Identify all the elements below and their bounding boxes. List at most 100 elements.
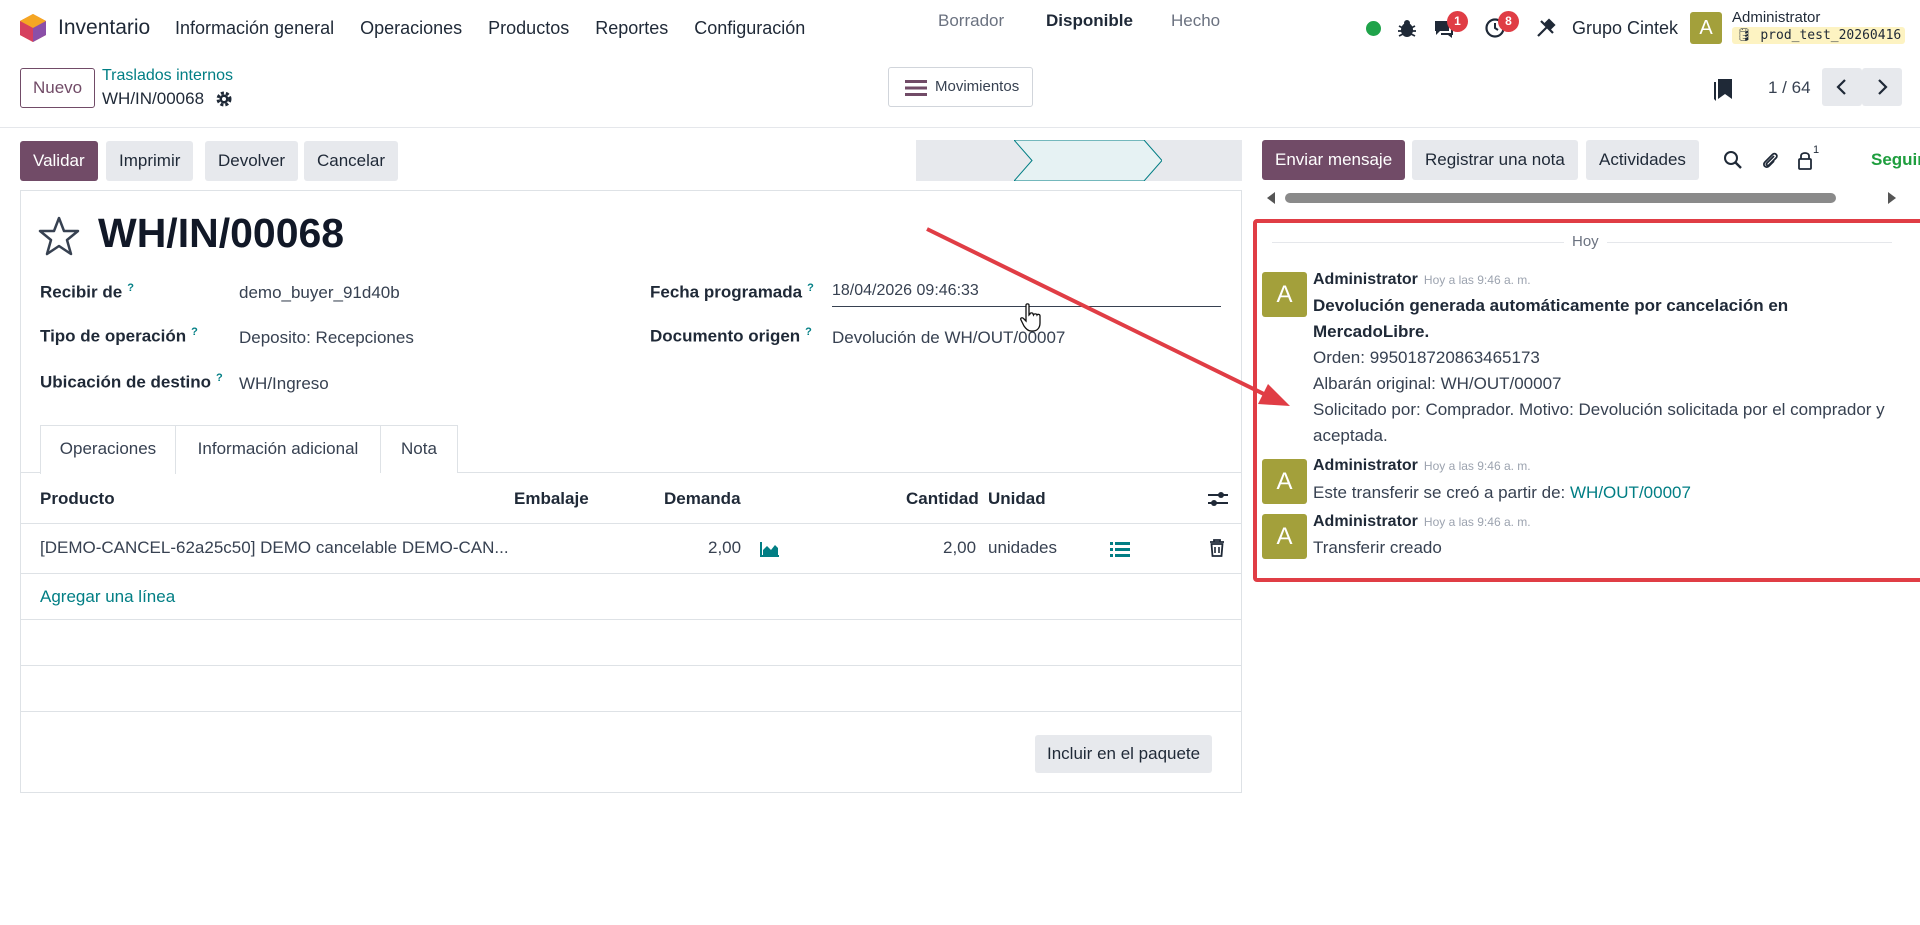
put-in-pack-button[interactable]: Incluir en el paquete [1035,735,1213,773]
scheduled-date-label: Fecha programada? [650,282,814,303]
breadcrumb-link[interactable]: Traslados internos [102,67,233,85]
followers-lock-icon[interactable] [1795,150,1815,170]
operation-type-label: Tipo de operación? [40,326,198,347]
scroll-right-icon[interactable] [1888,192,1896,204]
chevron-right-icon [1878,79,1888,95]
gear-icon[interactable] [215,90,233,108]
tab-note[interactable]: Nota [380,425,458,473]
scroll-thumb[interactable] [1285,193,1836,203]
pager-value[interactable]: 1 / 64 [1768,78,1811,98]
column-quantity[interactable]: Cantidad [906,489,979,509]
trash-icon[interactable] [1209,539,1225,557]
menu-operations[interactable]: Operaciones [360,18,462,39]
receive-from-field[interactable]: demo_buyer_91d40b [239,283,400,303]
message-body: Transferir creado [1313,535,1903,561]
presence-status-icon [1366,21,1381,36]
pager-next-button[interactable] [1862,68,1902,106]
message-title: Devolución generada automáticamente por … [1313,296,1789,341]
scheduled-date-label-text: Fecha programada [650,282,803,302]
chevron-left-icon [1836,79,1846,95]
detailed-operations-icon[interactable] [1110,542,1130,558]
help-icon[interactable]: ? [807,282,814,294]
app-name[interactable]: Inventario [58,16,150,40]
activities-button[interactable]: Actividades [1586,140,1699,180]
operation-type-field[interactable]: Deposito: Recepciones [239,328,414,348]
add-line-row: Agregar una línea [20,574,1242,620]
column-demand[interactable]: Demanda [664,489,741,509]
row-unit[interactable]: unidades [988,538,1057,558]
row-quantity[interactable]: 2,00 [943,538,976,558]
help-icon[interactable]: ? [216,372,223,384]
pager-previous-button[interactable] [1822,68,1862,106]
origin-link[interactable]: WH/OUT/00007 [1570,483,1691,502]
user-name[interactable]: Administrator [1732,9,1820,26]
user-avatar[interactable]: A [1690,12,1722,44]
destination-label: Ubicación de destino? [40,372,223,393]
message-line-reason: Solicitado por: Comprador. Motivo: Devol… [1313,400,1885,445]
star-icon[interactable] [38,215,80,257]
new-button[interactable]: Nuevo [20,68,96,108]
message-author-name: Administrator [1313,513,1418,530]
menu-overview[interactable]: Información general [175,18,334,39]
bug-icon[interactable] [1396,17,1418,39]
add-line-link[interactable]: Agregar una línea [40,587,175,607]
message-avatar[interactable]: A [1262,514,1307,559]
table-row[interactable]: [DEMO-CANCEL-62a25c50] DEMO cancelable D… [20,524,1242,574]
status-done[interactable]: Hecho [1171,11,1220,31]
column-unit[interactable]: Unidad [988,489,1046,509]
bookmark-icon[interactable] [1712,77,1734,101]
message-author[interactable]: Administrator Hoy a las 9:46 a. m. [1313,457,1531,475]
row-demand[interactable]: 2,00 [708,538,741,558]
column-product[interactable]: Producto [40,489,115,509]
row-product[interactable]: [DEMO-CANCEL-62a25c50] DEMO cancelable D… [40,538,509,558]
origin-document-label: Documento origen? [650,326,812,347]
log-note-button[interactable]: Registrar una nota [1412,140,1578,180]
breadcrumb-current: WH/IN/00068 [102,89,205,108]
message-avatar[interactable]: A [1262,272,1307,317]
print-button[interactable]: Imprimir [106,141,194,181]
column-packaging[interactable]: Embalaje [514,489,589,509]
column-settings-icon[interactable] [1208,490,1228,508]
help-icon[interactable]: ? [127,282,134,294]
record-title: WH/IN/00068 [98,210,345,256]
help-icon[interactable]: ? [805,326,812,338]
message-time: Hoy a las 9:46 a. m. [1423,459,1531,473]
day-label: Hoy [1564,233,1607,250]
paperclip-icon[interactable] [1760,150,1780,170]
inventory-app-icon[interactable] [20,14,46,42]
destination-label-text: Ubicación de destino [40,372,211,392]
cancel-button[interactable]: Cancelar [304,141,399,181]
message-body: Devolución generada automáticamente por … [1313,293,1903,449]
tab-additional-info[interactable]: Información adicional [176,425,380,473]
company-switcher[interactable]: Grupo Cintek [1572,18,1678,39]
origin-document-field[interactable]: Devolución de WH/OUT/00007 [832,328,1065,348]
message-avatar[interactable]: A [1262,459,1307,504]
send-message-button[interactable]: Enviar mensaje [1262,140,1406,180]
menu-products[interactable]: Productos [488,18,569,39]
message-line-order: Orden: 995018720863465173 [1313,348,1540,367]
scroll-left-icon[interactable] [1267,192,1275,204]
message-time: Hoy a las 9:46 a. m. [1423,273,1531,287]
tab-operations[interactable]: Operaciones [40,425,176,474]
database-name: prod_test_20260416 [1760,28,1902,43]
message-author[interactable]: Administrator Hoy a las 9:46 a. m. [1313,513,1531,531]
followers-count: 1 [1813,144,1820,156]
menu-configuration[interactable]: Configuración [694,18,805,39]
follow-button[interactable]: Seguir [1871,150,1920,170]
destination-field[interactable]: WH/Ingreso [239,374,329,394]
movements-button[interactable]: Movimientos [888,67,1033,107]
status-draft[interactable]: Borrador [938,11,1004,31]
menu-reports[interactable]: Reportes [595,18,668,39]
forecast-chart-icon[interactable] [760,541,780,557]
empty-row [20,620,1242,666]
message-author[interactable]: Administrator Hoy a las 9:46 a. m. [1313,271,1531,289]
divider [0,127,1920,128]
help-icon[interactable]: ? [191,326,198,338]
search-icon[interactable] [1723,150,1743,170]
status-available[interactable]: Disponible [1046,11,1133,31]
horizontal-scrollbar[interactable] [1262,190,1908,206]
validate-button[interactable]: Validar [20,141,98,181]
return-button[interactable]: Devolver [205,141,299,181]
tools-icon[interactable] [1535,17,1557,39]
receive-from-label-text: Recibir de [40,282,123,302]
